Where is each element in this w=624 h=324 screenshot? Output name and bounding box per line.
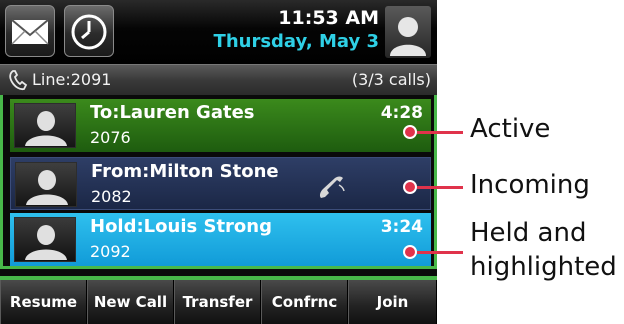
callout-leader-active — [417, 131, 463, 134]
callout-marker-held — [403, 245, 417, 259]
callout-held-line1: Held and — [470, 218, 587, 248]
messages-button[interactable] — [5, 5, 55, 57]
status-header: 11:53 AM Thursday, May 3 — [0, 0, 437, 64]
call-row-held[interactable]: Hold:Louis Strong 2092 3:24 — [10, 213, 431, 266]
call-name: Hold:Louis Strong — [90, 216, 272, 237]
ringing-handset-icon — [319, 176, 345, 198]
clock-time: 11:53 AM — [278, 7, 379, 29]
call-row-incoming[interactable]: From:Milton Stone 2082 — [10, 157, 431, 210]
contact-avatar-icon — [14, 217, 76, 262]
callout-active: Active — [470, 114, 551, 144]
contact-avatar-icon — [14, 103, 76, 148]
call-number: 2092 — [90, 242, 131, 261]
transfer-button[interactable]: Transfer — [174, 280, 261, 324]
clock-icon — [71, 14, 107, 50]
call-list: To:Lauren Gates 2076 4:28 From:Milton St… — [0, 95, 437, 269]
resume-button[interactable]: Resume — [0, 280, 87, 324]
call-timer: 3:24 — [380, 217, 423, 237]
call-row-active[interactable]: To:Lauren Gates 2076 4:28 — [10, 99, 431, 152]
call-number: 2076 — [90, 128, 131, 147]
clock-date: Thursday, May 3 — [213, 31, 379, 52]
clock-button[interactable] — [64, 5, 114, 57]
callout-incoming: Incoming — [470, 170, 590, 200]
callout-leader-held — [417, 251, 463, 254]
phone-handset-icon — [9, 70, 28, 91]
call-name: To:Lauren Gates — [90, 102, 255, 123]
phone-screen: 11:53 AM Thursday, May 3 Line:2091 (3/3 … — [0, 0, 437, 324]
call-name: From:Milton Stone — [91, 161, 279, 182]
call-timer: 4:28 — [380, 103, 423, 123]
conference-button[interactable]: Confrnc — [261, 280, 348, 324]
line-label: Line:2091 — [32, 70, 112, 89]
join-button[interactable]: Join — [348, 280, 437, 324]
callout-leader-incoming — [417, 186, 463, 189]
envelope-icon — [11, 19, 49, 45]
callout-held-line2: highlighted — [470, 252, 617, 282]
contact-avatar-icon — [15, 162, 77, 207]
calls-count: (3/3 calls) — [351, 70, 431, 89]
user-icon[interactable] — [385, 6, 431, 58]
softkey-bar: Resume New Call Transfer Confrnc Join — [0, 276, 437, 324]
callout-marker-active — [403, 125, 417, 139]
line-bar[interactable]: Line:2091 (3/3 calls) — [0, 64, 437, 95]
callout-marker-incoming — [403, 180, 417, 194]
new-call-button[interactable]: New Call — [87, 280, 174, 324]
call-number: 2082 — [91, 187, 132, 206]
